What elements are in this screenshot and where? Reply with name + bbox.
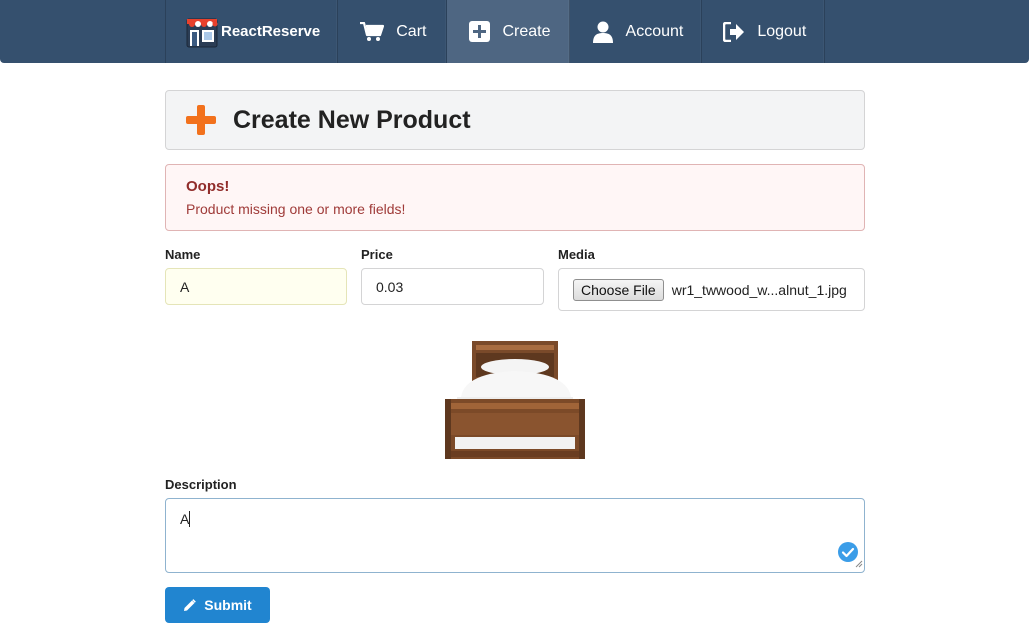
store-logo-icon: [185, 15, 219, 49]
name-label: Name: [165, 247, 201, 262]
nav-cart-label: Cart: [396, 22, 427, 40]
cart-icon: [360, 21, 385, 42]
error-title: Oops!: [186, 178, 230, 195]
error-message: Oops! Product missing one or more fields…: [165, 164, 865, 231]
media-file-input[interactable]: Choose File wr1_twwood_w...alnut_1.jpg: [558, 268, 865, 311]
nav-logout-label: Logout: [757, 22, 807, 40]
nav-brand[interactable]: ReactReserve: [166, 0, 339, 63]
description-value: A: [180, 511, 190, 527]
nav-item-account[interactable]: Account: [570, 0, 703, 63]
plus-square-icon: [469, 21, 491, 42]
text-caret: [189, 511, 191, 527]
description-textarea[interactable]: A: [165, 498, 865, 573]
plus-icon: [186, 105, 216, 135]
user-icon: [592, 21, 614, 43]
nav-item-logout[interactable]: Logout: [702, 0, 826, 63]
submit-button[interactable]: Submit: [165, 587, 270, 623]
price-input[interactable]: 0.03: [361, 268, 544, 305]
page-title: Create New Product: [233, 105, 471, 134]
nav-menu: ReactReserve Cart Create Account Logout: [165, 0, 826, 63]
error-text: Product missing one or more fields!: [186, 201, 406, 217]
nav-item-cart[interactable]: Cart: [338, 0, 448, 63]
pencil-icon: [183, 598, 197, 612]
price-value: 0.03: [376, 278, 404, 295]
top-navbar: ReactReserve Cart Create Account Logout: [0, 0, 1029, 63]
price-label: Price: [361, 247, 393, 262]
name-input[interactable]: A: [165, 268, 347, 305]
name-value: A: [180, 278, 190, 295]
product-image-preview: [443, 337, 586, 461]
media-label: Media: [558, 247, 595, 262]
nav-account-label: Account: [625, 22, 684, 40]
submit-label: Submit: [204, 597, 252, 613]
choose-file-button[interactable]: Choose File: [573, 278, 664, 301]
brand-label: ReactReserve: [221, 23, 321, 40]
resize-grip-icon[interactable]: [855, 555, 863, 571]
sign-out-icon: [723, 21, 745, 42]
nav-create-label: Create: [502, 22, 551, 40]
selected-file-name: wr1_twwood_w...alnut_1.jpg: [671, 281, 847, 298]
nav-item-create[interactable]: Create: [447, 0, 570, 63]
page-header: Create New Product: [165, 90, 865, 150]
description-label: Description: [165, 477, 237, 492]
